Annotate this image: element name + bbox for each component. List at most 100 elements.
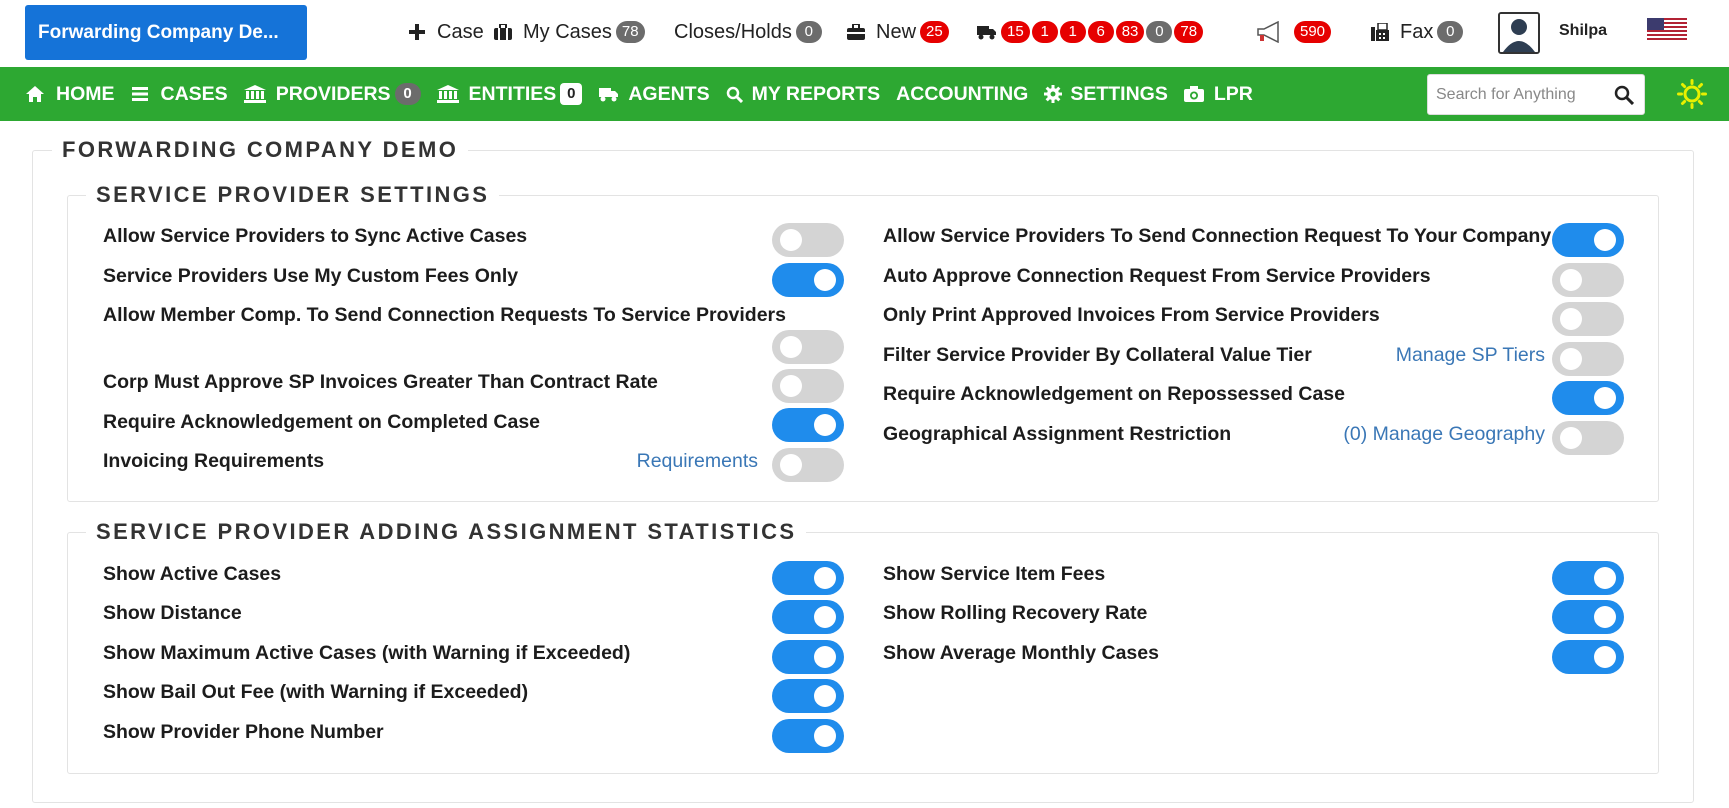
home-icon xyxy=(26,85,44,103)
nav-lpr[interactable]: LPR xyxy=(1183,82,1253,106)
gear-icon xyxy=(1044,85,1063,103)
truck-count-7[interactable]: 78 xyxy=(1174,21,1204,43)
setting-label: Require Acknowledgement on Completed Cas… xyxy=(103,411,541,433)
closes-holds-label: Closes/Holds xyxy=(674,20,792,43)
toggle-ack-completed-case[interactable] xyxy=(772,408,844,442)
nav-cases[interactable]: CASES xyxy=(131,83,228,106)
toggle-custom-fees-only[interactable] xyxy=(772,263,844,297)
toggle-auto-approve-connection[interactable] xyxy=(1552,263,1624,297)
toggle-show-active-cases[interactable] xyxy=(772,561,844,595)
my-cases-link[interactable]: My Cases 78 xyxy=(493,21,645,44)
nav-cases-label: CASES xyxy=(160,82,228,105)
setting-label: Auto Approve Connection Request From Ser… xyxy=(883,265,1431,287)
setting-label: Show Service Item Fees xyxy=(883,563,1106,585)
nav-lpr-label: LPR xyxy=(1213,82,1253,105)
search-input[interactable] xyxy=(1436,75,1606,114)
truck-icon xyxy=(598,85,620,103)
setting-label: Corp Must Approve SP Invoices Greater Th… xyxy=(103,371,658,393)
new-cases-label: New xyxy=(876,20,917,43)
bank-icon xyxy=(243,85,266,103)
setting-label: Show Average Monthly Cases xyxy=(883,642,1159,664)
requirements-link[interactable]: Requirements xyxy=(600,450,758,473)
briefcase-icon xyxy=(493,22,513,42)
top-bar: Forwarding Company De... Case My Cases 7… xyxy=(0,0,1729,67)
global-search xyxy=(1427,74,1645,115)
toggle-collateral-value-tier[interactable] xyxy=(1552,342,1624,376)
setting-label: Require Acknowledgement on Repossessed C… xyxy=(883,383,1346,405)
announcements-count: 590 xyxy=(1294,21,1332,43)
nav-providers[interactable]: PROVIDERS 0 xyxy=(243,83,421,106)
toggle-show-bail-out-fee[interactable] xyxy=(772,679,844,713)
manage-sp-tiers-link[interactable]: Manage SP Tiers xyxy=(1340,344,1545,367)
new-case-link[interactable]: Case xyxy=(407,21,484,44)
nav-entities-label: ENTITIES xyxy=(468,82,557,105)
toggle-print-approved-invoices[interactable] xyxy=(1552,302,1624,336)
setting-label: Show Bail Out Fee (with Warning if Excee… xyxy=(103,681,529,703)
nav-home[interactable]: HOME xyxy=(26,83,115,106)
toggle-show-max-active-cases[interactable] xyxy=(772,640,844,674)
setting-label: Allow Member Comp. To Send Connection Re… xyxy=(103,304,786,326)
nav-my-reports[interactable]: MY REPORTS xyxy=(726,82,881,106)
user-name[interactable]: Shilpa xyxy=(1559,22,1607,40)
setting-label: Allow Service Providers to Sync Active C… xyxy=(103,225,528,247)
nav-agents[interactable]: AGENTS xyxy=(598,82,710,106)
my-cases-count: 78 xyxy=(615,21,645,43)
truck-count-6[interactable]: 0 xyxy=(1146,21,1173,43)
toggle-show-distance[interactable] xyxy=(772,600,844,634)
toggle-sync-active-cases[interactable] xyxy=(772,223,844,257)
new-cases-link[interactable]: New 25 xyxy=(846,21,949,44)
closes-holds-count: 0 xyxy=(795,21,822,43)
manage-geography-link[interactable]: (0) Manage Geography xyxy=(1300,423,1545,446)
toggle-show-provider-phone[interactable] xyxy=(772,719,844,753)
nav-home-label: HOME xyxy=(56,82,115,105)
nav-entities-count: 0 xyxy=(560,83,583,105)
closes-holds-link[interactable]: Closes/Holds 0 xyxy=(674,21,822,44)
nav-settings[interactable]: SETTINGS xyxy=(1044,83,1168,106)
main-nav-bar: HOME CASES PROVIDERS 0 ENTITIES 0 AGENTS… xyxy=(0,67,1729,121)
new-cases-count: 25 xyxy=(920,21,949,43)
section-title-sp-settings: SERVICE PROVIDER SETTINGS xyxy=(86,182,500,208)
truck-count-3[interactable]: 1 xyxy=(1059,21,1086,43)
toggle-member-connection-requests[interactable] xyxy=(772,330,844,364)
sun-icon[interactable] xyxy=(1677,79,1707,109)
setting-label: Show Active Cases xyxy=(103,563,282,585)
setting-label: Only Print Approved Invoices From Servic… xyxy=(883,304,1380,326)
truck-count-1[interactable]: 15 xyxy=(1001,21,1030,43)
setting-label: Show Rolling Recovery Rate xyxy=(883,602,1148,624)
toggle-geographical-restriction[interactable] xyxy=(1552,421,1624,455)
nav-accounting-label: ACCOUNTING xyxy=(896,82,1029,105)
top-nav: Case xyxy=(407,0,484,64)
toggle-invoicing-requirements[interactable] xyxy=(772,448,844,482)
toggle-show-rolling-recovery-rate[interactable] xyxy=(1552,600,1624,634)
bank-icon xyxy=(436,85,459,103)
announcements-link[interactable]: 590 xyxy=(1256,21,1332,43)
company-switcher-button[interactable]: Forwarding Company De... xyxy=(25,5,307,60)
setting-label: Service Providers Use My Custom Fees Onl… xyxy=(103,265,519,287)
toggle-corp-approve-invoices[interactable] xyxy=(772,369,844,403)
toggle-show-service-item-fees[interactable] xyxy=(1552,561,1624,595)
briefcase-icon xyxy=(846,22,866,42)
camera-icon xyxy=(1183,85,1204,103)
us-flag-icon[interactable] xyxy=(1647,18,1687,42)
truck-count-2[interactable]: 1 xyxy=(1031,21,1058,43)
setting-label: Allow Service Providers To Send Connecti… xyxy=(883,225,1552,247)
setting-label: Invoicing Requirements xyxy=(103,450,325,472)
setting-label: Geographical Assignment Restriction xyxy=(883,423,1232,445)
fax-link[interactable]: Fax 0 xyxy=(1370,21,1464,44)
toggle-sp-connection-request[interactable] xyxy=(1552,223,1624,257)
truck-status-group[interactable]: 15 1 1 6 83 0 78 xyxy=(977,21,1204,43)
toggle-ack-repossessed-case[interactable] xyxy=(1552,381,1624,415)
nav-providers-count: 0 xyxy=(394,83,421,105)
setting-label: Show Distance xyxy=(103,602,242,624)
nav-my-reports-label: MY REPORTS xyxy=(751,82,881,105)
toggle-show-average-monthly-cases[interactable] xyxy=(1552,640,1624,674)
setting-label: Show Maximum Active Cases (with Warning … xyxy=(103,642,631,664)
truck-count-4[interactable]: 6 xyxy=(1087,21,1114,43)
nav-entities[interactable]: ENTITIES 0 xyxy=(436,82,583,106)
truck-count-5[interactable]: 83 xyxy=(1115,21,1145,43)
avatar[interactable] xyxy=(1498,12,1540,54)
nav-accounting[interactable]: ACCOUNTING xyxy=(896,83,1028,106)
nav-agents-label: AGENTS xyxy=(628,82,710,105)
fax-count: 0 xyxy=(1437,21,1464,43)
search-icon[interactable] xyxy=(1614,85,1635,106)
